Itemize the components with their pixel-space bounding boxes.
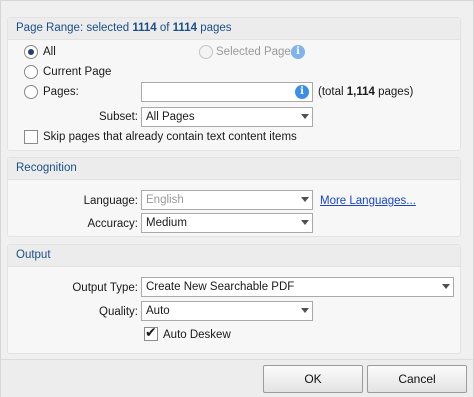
subset-value: All Pages bbox=[146, 111, 195, 123]
quality-value: Auto bbox=[146, 305, 170, 317]
language-select[interactable]: English bbox=[141, 190, 313, 210]
page-range-header-of: of bbox=[156, 22, 173, 34]
ocr-dialog: Page Range: selected 1114 of 1114 pages … bbox=[0, 0, 474, 397]
output-type-value: Create New Searchable PDF bbox=[146, 281, 295, 293]
language-value: English bbox=[146, 194, 184, 206]
accuracy-label: Accuracy: bbox=[87, 218, 139, 230]
radio-all-label: All bbox=[43, 46, 56, 58]
radio-selected-pages-label: Selected Pages bbox=[216, 46, 297, 58]
output-type-select[interactable]: Create New Searchable PDF bbox=[141, 277, 454, 297]
radio-selected-pages[interactable] bbox=[199, 45, 213, 59]
skip-pages-checkbox[interactable] bbox=[24, 130, 38, 144]
button-bar: OK Cancel bbox=[1, 359, 473, 397]
info-icon[interactable]: i bbox=[295, 85, 309, 99]
chevron-down-icon bbox=[301, 114, 309, 119]
skip-pages-label: Skip pages that already contain text con… bbox=[43, 131, 297, 143]
total-suffix: pages) bbox=[374, 86, 414, 98]
quality-label: Quality: bbox=[99, 306, 138, 318]
total-count: 1114 bbox=[172, 22, 197, 34]
accuracy-select[interactable]: Medium bbox=[141, 213, 313, 233]
page-range-group: Page Range: selected 1114 of 1114 pages … bbox=[7, 17, 461, 151]
radio-all[interactable] bbox=[24, 45, 38, 59]
page-range-header: Page Range: selected 1114 of 1114 pages bbox=[8, 18, 460, 40]
selected-count: 1114 bbox=[132, 22, 157, 34]
pages-input[interactable] bbox=[141, 82, 313, 102]
output-type-label: Output Type: bbox=[72, 282, 138, 294]
chevron-down-icon bbox=[301, 197, 309, 202]
subset-label: Subset: bbox=[99, 111, 138, 123]
recognition-header: Recognition bbox=[8, 158, 460, 180]
page-range-header-suffix: pages bbox=[197, 22, 232, 34]
radio-pages-label: Pages: bbox=[43, 86, 79, 98]
radio-pages[interactable] bbox=[24, 85, 38, 99]
accuracy-value: Medium bbox=[146, 217, 187, 229]
total-pages-note: (total 1,114 pages) bbox=[318, 85, 413, 99]
cancel-button[interactable]: Cancel bbox=[367, 365, 467, 393]
info-icon[interactable]: i bbox=[291, 45, 305, 59]
auto-deskew-label: Auto Deskew bbox=[163, 329, 231, 341]
total-bold: 1,114 bbox=[346, 86, 375, 98]
ok-button[interactable]: OK bbox=[263, 365, 363, 393]
chevron-down-icon bbox=[301, 220, 309, 225]
chevron-down-icon bbox=[442, 284, 450, 289]
output-group: Output Output Type: Create New Searchabl… bbox=[7, 244, 461, 354]
recognition-group: Recognition Language: English More Langu… bbox=[7, 157, 461, 237]
radio-current-page[interactable] bbox=[24, 65, 38, 79]
radio-current-page-label: Current Page bbox=[43, 66, 112, 78]
total-prefix: (total bbox=[318, 86, 347, 98]
subset-select[interactable]: All Pages bbox=[141, 107, 313, 127]
auto-deskew-checkbox[interactable] bbox=[144, 325, 158, 341]
quality-select[interactable]: Auto bbox=[141, 301, 313, 321]
output-header: Output bbox=[8, 245, 460, 267]
language-label: Language: bbox=[83, 195, 138, 207]
chevron-down-icon bbox=[301, 308, 309, 313]
more-languages-link[interactable]: More Languages... bbox=[320, 194, 416, 208]
page-range-header-prefix: Page Range: selected bbox=[16, 22, 133, 34]
